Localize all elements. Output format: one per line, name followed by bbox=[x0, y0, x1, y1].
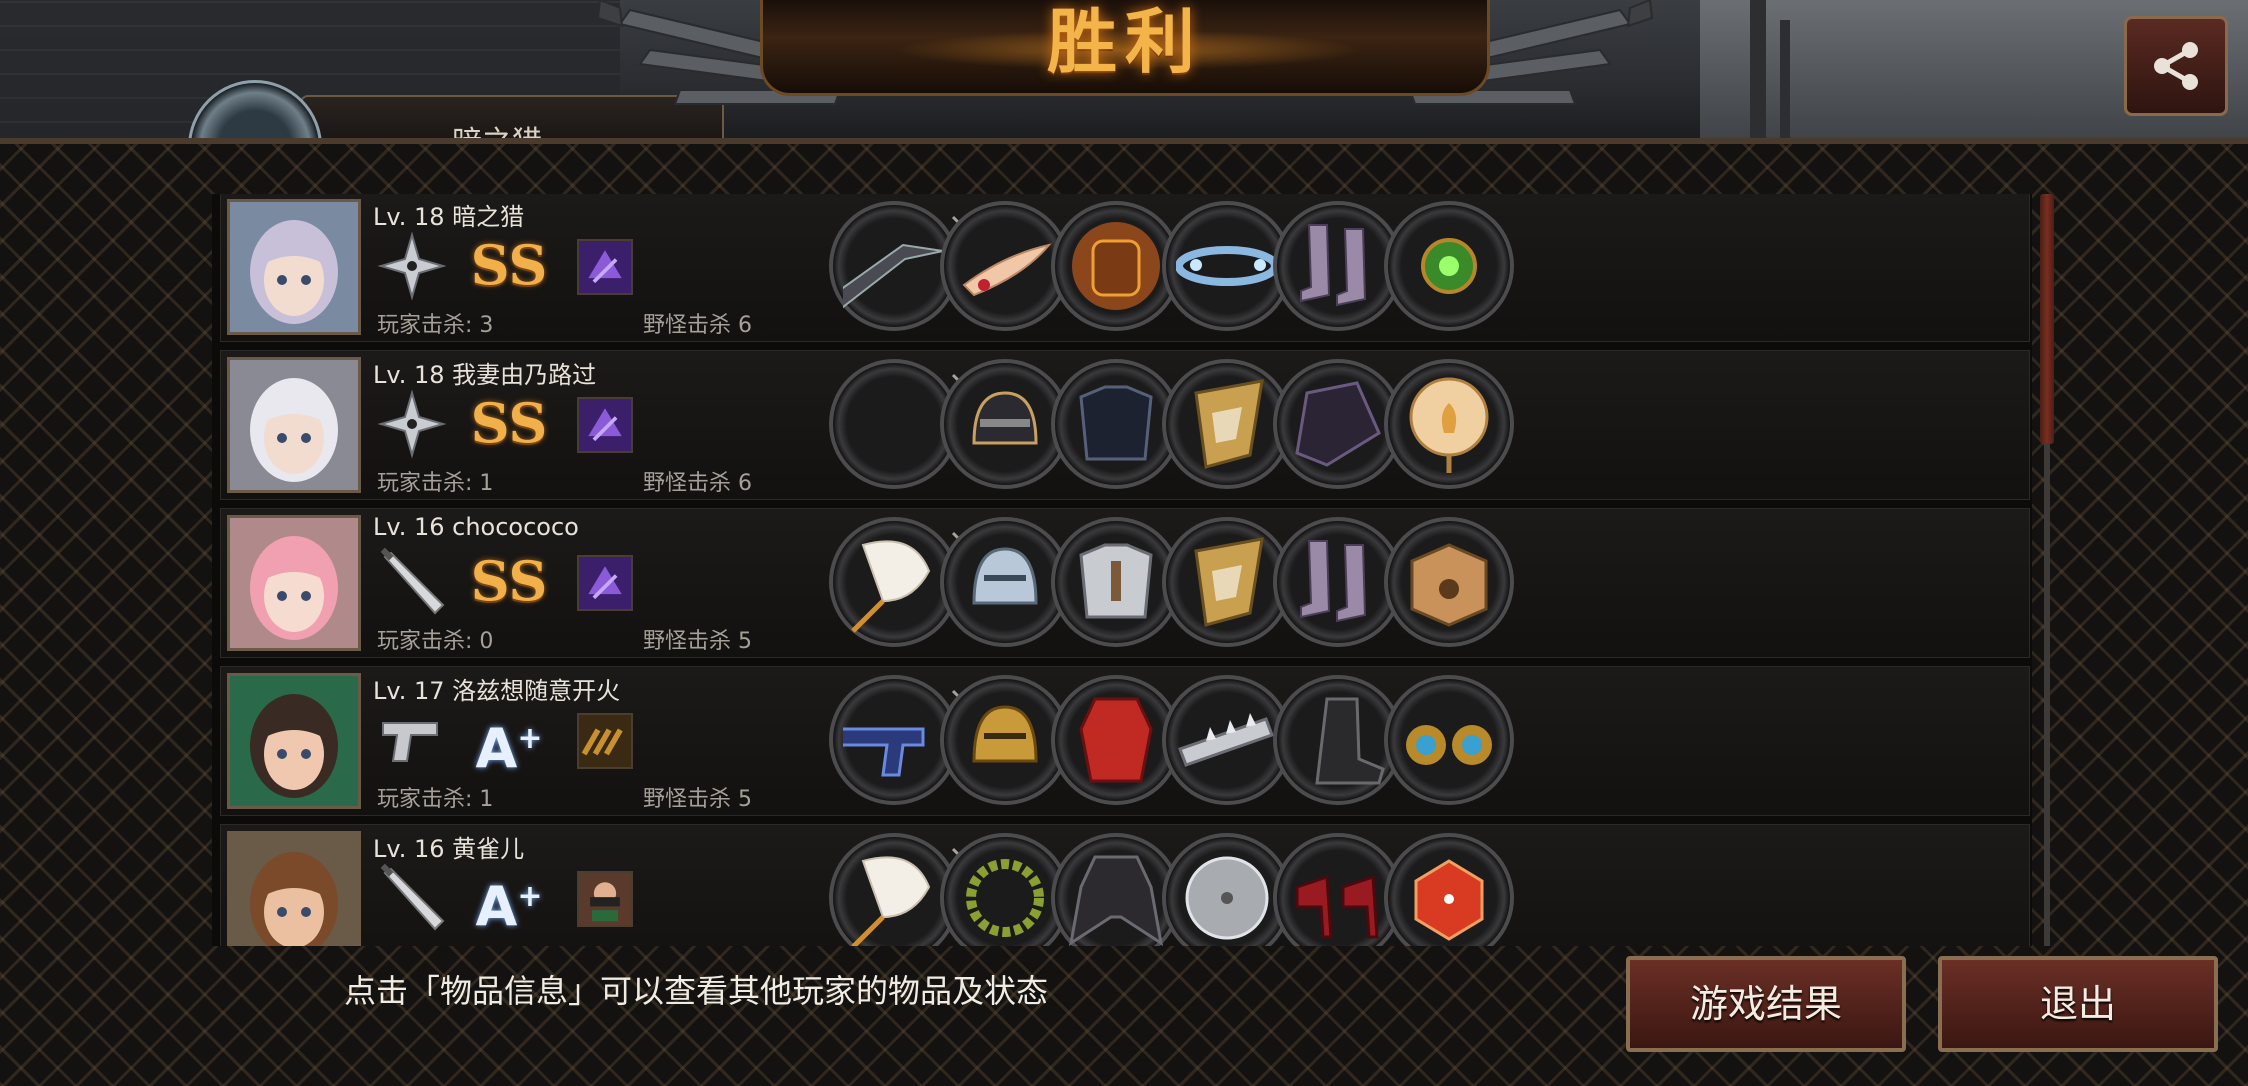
purple-skill-icon bbox=[577, 239, 633, 295]
player-kills: 玩家击杀: 0 bbox=[377, 629, 494, 654]
player-name: Lv. 18 暗之猎 bbox=[373, 203, 525, 231]
monster-kills: 野怪击杀 6 bbox=[643, 313, 752, 338]
player-kills: 玩家击杀: 1 bbox=[377, 471, 494, 496]
grade-badge: SS bbox=[470, 391, 548, 455]
purple-skill-icon bbox=[577, 555, 633, 611]
monster-kills: 野怪击杀 5 bbox=[643, 787, 752, 812]
player-kills: 玩家击杀: 1 bbox=[377, 787, 494, 812]
monster-kills: 野怪击杀 6 bbox=[643, 471, 752, 496]
player-row[interactable]: Lv. 16 黄雀儿A+261269 bbox=[220, 824, 2030, 946]
shuriken-icon bbox=[377, 231, 447, 301]
bullets-skill-icon bbox=[577, 713, 633, 769]
player-name: Lv. 16 chocococo bbox=[373, 513, 579, 541]
pistol-icon bbox=[377, 705, 447, 775]
player-row[interactable]: Lv. 18 暗之猎SS玩家击杀: 3野怪击杀 6236271 bbox=[220, 194, 2030, 342]
player-name: Lv. 17 洛兹想随意开火 bbox=[373, 677, 621, 705]
victory-banner: 胜利 bbox=[760, 0, 1490, 96]
share-button[interactable] bbox=[2124, 16, 2228, 116]
player-row[interactable]: Lv. 16 chocococoSS玩家击杀: 0野怪击杀 5199213 bbox=[220, 508, 2030, 658]
game-result-button[interactable]: 游戏结果 bbox=[1626, 956, 1906, 1052]
player-avatar[interactable] bbox=[227, 515, 361, 651]
equipment-slot[interactable] bbox=[1384, 201, 1514, 331]
binoculars-skill-icon bbox=[577, 871, 633, 927]
equipment-slot[interactable] bbox=[1384, 517, 1514, 647]
player-avatar[interactable] bbox=[227, 831, 361, 946]
player-avatar[interactable] bbox=[227, 199, 361, 335]
grade-badge: A+ bbox=[475, 717, 543, 780]
scrollbar-thumb[interactable] bbox=[2040, 194, 2054, 444]
player-avatar[interactable] bbox=[227, 673, 361, 809]
tower-silhouette bbox=[1750, 0, 1766, 140]
player-kills: 玩家击杀: 3 bbox=[377, 313, 494, 338]
pole-silhouette bbox=[1780, 20, 1790, 140]
shuriken-icon bbox=[377, 389, 447, 459]
player-avatar[interactable] bbox=[227, 357, 361, 493]
player-row[interactable]: Lv. 17 洛兹想随意开火A+玩家击杀: 1野怪击杀 5224232 bbox=[220, 666, 2030, 816]
equipment-slot[interactable] bbox=[1384, 833, 1514, 946]
grade-badge: A+ bbox=[475, 875, 543, 938]
player-list[interactable]: Lv. 18 暗之猎SS玩家击杀: 3野怪击杀 6236271Lv. 18 我妻… bbox=[212, 194, 2032, 946]
player-name: Lv. 16 黄雀儿 bbox=[373, 835, 525, 863]
monster-kills: 野怪击杀 5 bbox=[643, 629, 752, 654]
purple-skill-icon bbox=[577, 397, 633, 453]
baseball-bat-icon bbox=[377, 863, 447, 933]
page-title: 胜利 bbox=[1047, 1, 1203, 83]
hint-text: 点击「物品信息」可以查看其他玩家的物品及状态 bbox=[344, 972, 1049, 1010]
player-row[interactable]: Lv. 18 我妻由乃路过SS玩家击杀: 1野怪击杀 629292 bbox=[220, 350, 2030, 500]
baseball-bat-icon bbox=[377, 547, 447, 617]
grade-badge: SS bbox=[470, 549, 548, 613]
grade-badge: SS bbox=[470, 233, 548, 297]
player-name: Lv. 18 我妻由乃路过 bbox=[373, 361, 597, 389]
equipment-slot[interactable] bbox=[1384, 675, 1514, 805]
equipment-slot[interactable] bbox=[1384, 359, 1514, 489]
exit-button[interactable]: 退出 bbox=[1938, 956, 2218, 1052]
share-icon bbox=[2154, 42, 2198, 90]
